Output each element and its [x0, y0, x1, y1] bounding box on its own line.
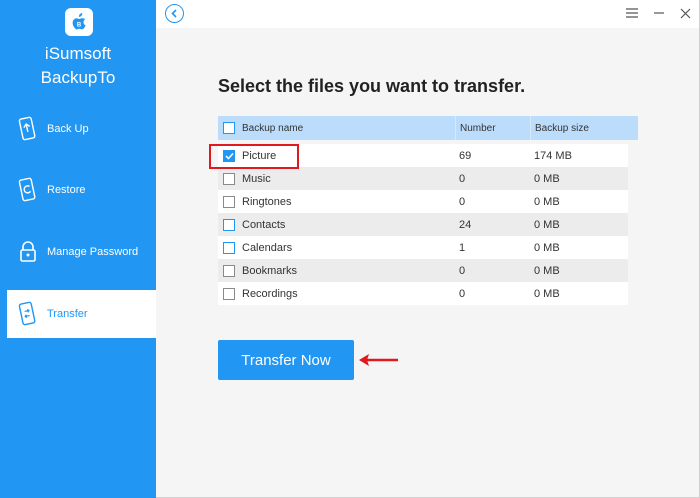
- row-name-cell: Music: [218, 167, 455, 190]
- table-row[interactable]: Music 0 0 MB: [218, 167, 628, 190]
- table-row[interactable]: Calendars 1 0 MB: [218, 236, 628, 259]
- row-number: 1: [459, 241, 466, 254]
- svg-text:B: B: [77, 23, 82, 29]
- titlebar: [156, 0, 699, 28]
- row-size: 0 MB: [534, 264, 560, 277]
- row-name-cell: Contacts: [218, 213, 455, 236]
- row-size: 0 MB: [534, 172, 560, 185]
- row-size: 0 MB: [534, 218, 560, 231]
- sidebar-item-restore[interactable]: Restore: [0, 166, 156, 214]
- row-name: Bookmarks: [242, 264, 298, 277]
- row-name: Recordings: [242, 287, 298, 300]
- sidebar-item-label: Back Up: [47, 123, 89, 135]
- red-arrow-icon: [359, 354, 398, 366]
- table-row[interactable]: Picture 69 174 MB: [218, 144, 628, 167]
- row-checkbox[interactable]: [223, 172, 235, 185]
- app-title-line1: iSumsoft: [44, 44, 112, 63]
- sidebar-item-label: Restore: [47, 184, 86, 196]
- backup-table: Backup name Number Backup size Picture 6…: [218, 116, 638, 305]
- row-name-cell: Bookmarks: [218, 259, 455, 282]
- row-checkbox[interactable]: [223, 218, 235, 231]
- sidebar: B iSumsoft BackupTo Back Up Restore Mana…: [0, 0, 156, 498]
- sidebar-item-label: Transfer: [47, 308, 88, 320]
- row-checkbox[interactable]: [223, 195, 235, 208]
- row-number: 0: [459, 264, 466, 277]
- header-cell-size: Backup size: [530, 116, 628, 140]
- row-number: 24: [459, 218, 472, 231]
- back-arrow-icon[interactable]: [165, 4, 184, 23]
- row-name: Music: [242, 172, 271, 185]
- row-size: 0 MB: [534, 287, 560, 300]
- sidebar-item-back-up[interactable]: Back Up: [0, 105, 156, 153]
- row-name-cell: Ringtones: [218, 190, 455, 213]
- row-size: 174 MB: [534, 149, 572, 162]
- header-label: Backup name: [242, 122, 304, 134]
- table-row[interactable]: Contacts 24 0 MB: [218, 213, 628, 236]
- lock-icon: [17, 238, 39, 266]
- row-checkbox[interactable]: [223, 287, 235, 300]
- row-number: 69: [459, 149, 472, 162]
- sidebar-item-manage-password[interactable]: Manage Password: [0, 228, 156, 276]
- row-number: 0: [459, 287, 466, 300]
- table-row[interactable]: Ringtones 0 0 MB: [218, 190, 628, 213]
- menu-icon[interactable]: [623, 4, 641, 22]
- phone-transfer-icon: [17, 300, 39, 328]
- minimize-icon[interactable]: [650, 4, 668, 22]
- row-checkbox[interactable]: [223, 264, 235, 277]
- app-title-line2: BackupTo: [40, 68, 116, 87]
- app-title: iSumsoft BackupTo: [0, 42, 156, 90]
- table-row[interactable]: Recordings 0 0 MB: [218, 282, 628, 305]
- row-name-cell: Recordings: [218, 282, 455, 305]
- row-size: 0 MB: [534, 195, 560, 208]
- table-row[interactable]: Bookmarks 0 0 MB: [218, 259, 628, 282]
- row-number: 0: [459, 172, 466, 185]
- sidebar-item-transfer[interactable]: Transfer: [7, 290, 156, 338]
- page-title: Select the files you want to transfer.: [218, 76, 526, 96]
- phone-backup-icon: [17, 115, 39, 143]
- row-name: Picture: [242, 149, 277, 162]
- row-checkbox[interactable]: [223, 241, 235, 254]
- transfer-now-button[interactable]: Transfer Now: [218, 340, 354, 380]
- apple-logo-icon: B: [65, 8, 93, 36]
- row-checkbox[interactable]: [223, 149, 235, 162]
- table-header: Backup name Number Backup size: [218, 116, 638, 140]
- row-number: 0: [459, 195, 466, 208]
- checkmark-icon: [224, 152, 234, 160]
- select-all-checkbox[interactable]: [223, 122, 235, 134]
- row-size: 0 MB: [534, 241, 560, 254]
- row-name-cell: Calendars: [218, 236, 455, 259]
- sidebar-item-label: Manage Password: [47, 246, 139, 258]
- row-name-cell: Picture: [218, 144, 455, 167]
- header-cell-name: Backup name: [218, 116, 455, 140]
- phone-restore-icon: [17, 176, 39, 204]
- row-name: Calendars: [242, 241, 293, 254]
- row-name: Ringtones: [242, 195, 292, 208]
- header-cell-number: Number: [455, 116, 530, 140]
- close-icon[interactable]: [676, 4, 694, 22]
- row-name: Contacts: [242, 218, 286, 231]
